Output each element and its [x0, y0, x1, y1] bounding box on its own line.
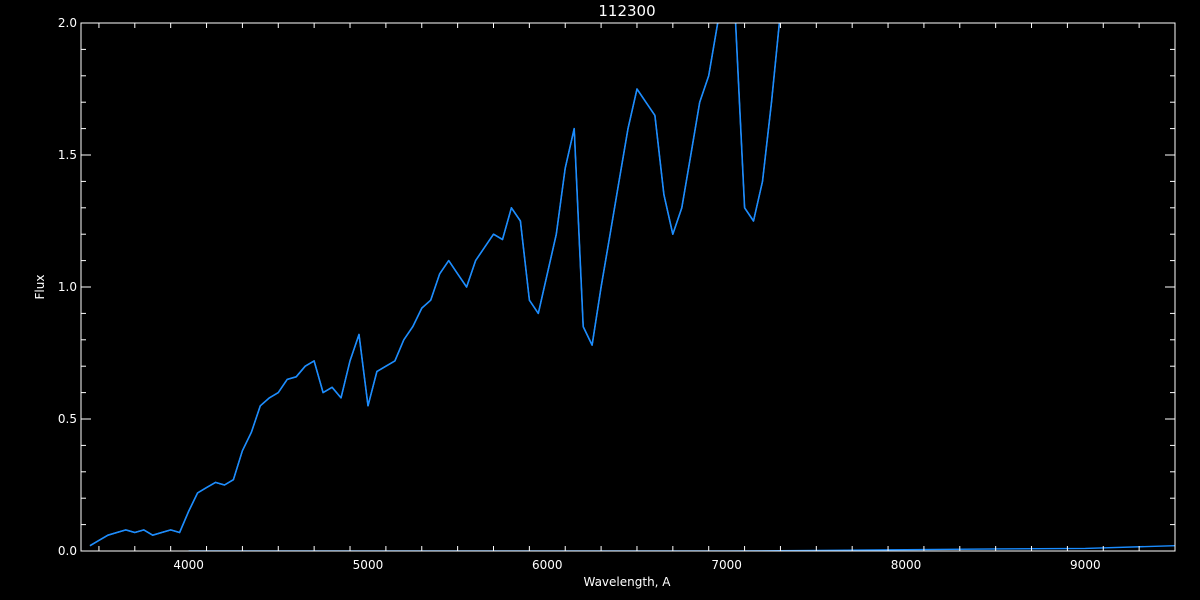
x-tick-label: 6000: [532, 558, 563, 572]
x-axis-label: Wavelength, A: [583, 575, 671, 589]
chart-background: [0, 0, 1200, 600]
x-tick-label: 7000: [711, 558, 742, 572]
y-axis-label: Flux: [33, 275, 47, 300]
y-tick-label: 0.5: [58, 412, 77, 426]
spectrum-chart: 112300 Wavelength, A Flux 4000 5000 6000 70…: [0, 0, 1200, 600]
x-tick-label: 4000: [173, 558, 204, 572]
y-tick-label: 1.0: [58, 280, 77, 294]
x-tick-label: 9000: [1070, 558, 1101, 572]
y-tick-label: 1.5: [58, 148, 77, 162]
x-tick-label: 5000: [353, 558, 384, 572]
y-tick-label: 2.0: [58, 16, 77, 30]
x-tick-label: 8000: [891, 558, 922, 572]
y-tick-label: 0.0: [58, 544, 77, 558]
chart-title: 112300: [598, 2, 655, 20]
